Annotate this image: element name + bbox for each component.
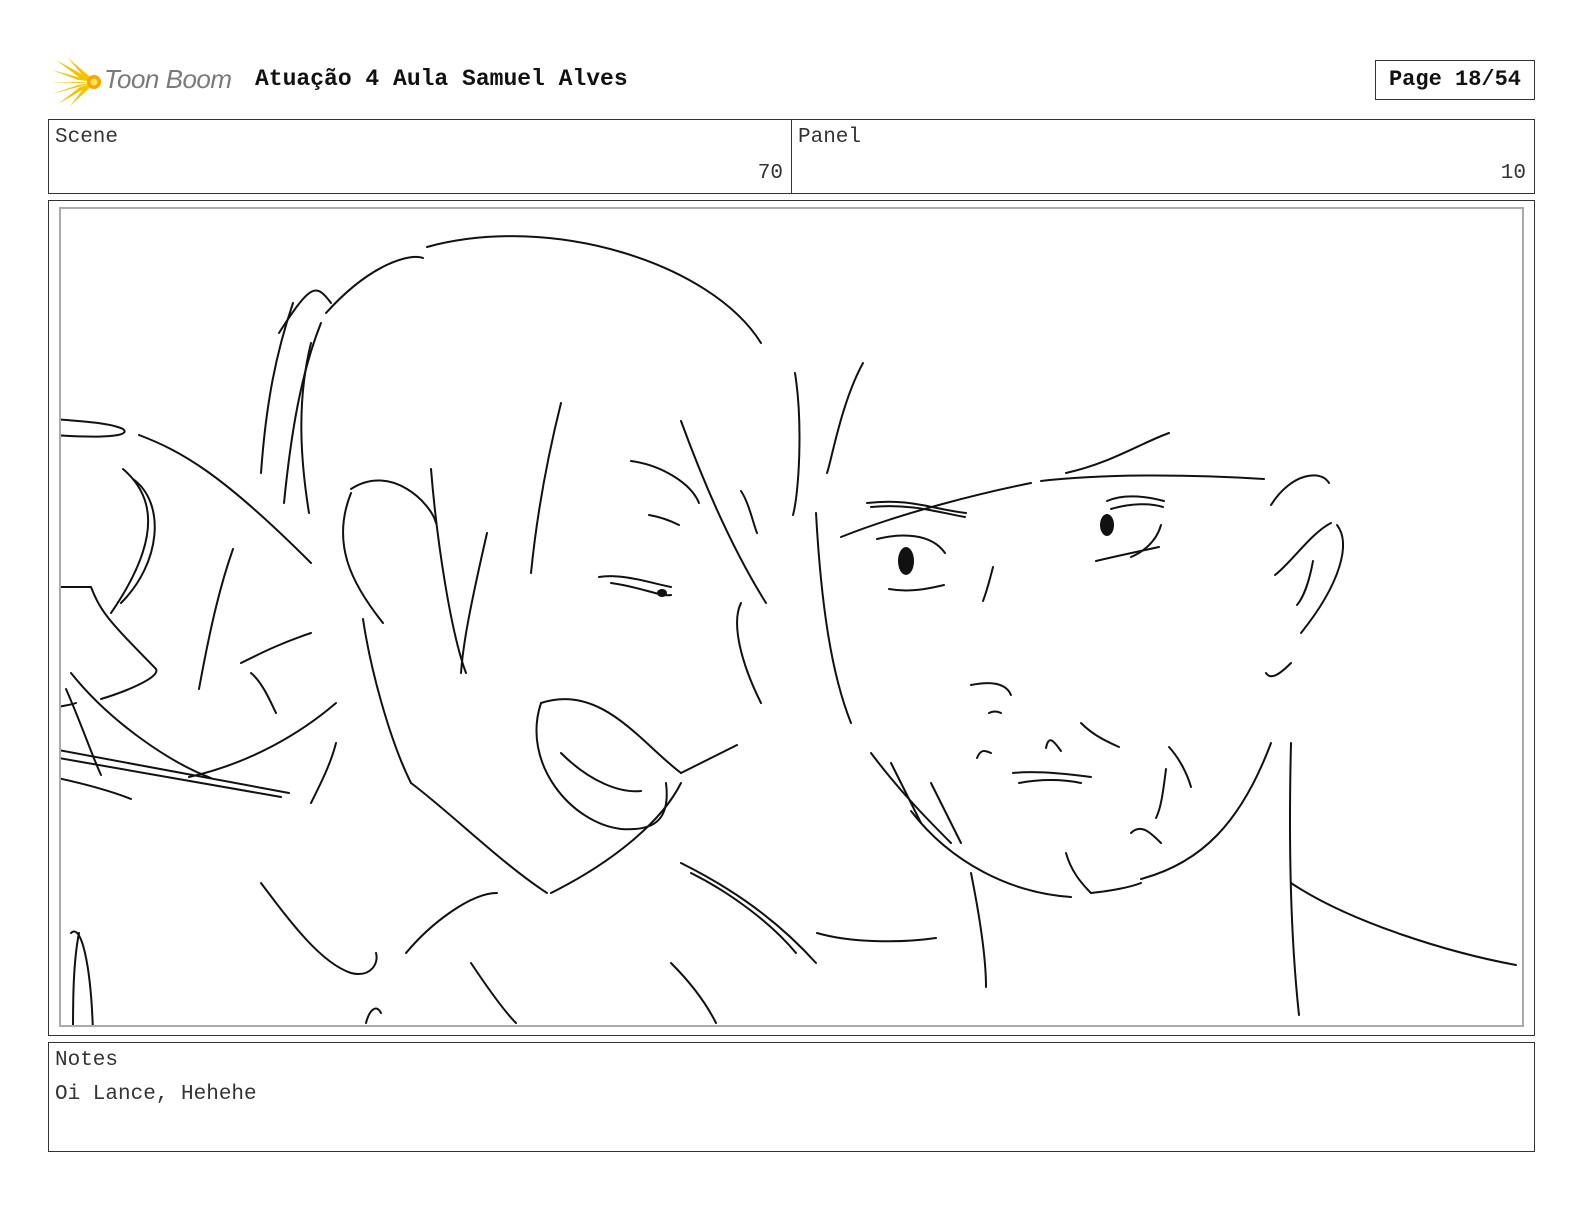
- notes-text: Oi Lance, Hehehe: [55, 1083, 257, 1106]
- page-indicator: Page 18/54: [1375, 60, 1535, 100]
- panel-cell: Panel 10: [791, 120, 1534, 193]
- scene-cell: Scene 70: [49, 120, 791, 193]
- storyboard-frame: [48, 200, 1535, 1036]
- starburst-icon: [50, 58, 101, 106]
- logo-wordmark: Toon Boom: [104, 64, 232, 94]
- document-title: Atuação 4 Aula Samuel Alves: [255, 66, 628, 92]
- toon-boom-logo: Toon Boom: [50, 56, 240, 108]
- panel-number: 10: [1500, 162, 1526, 185]
- panel-label: Panel: [798, 126, 862, 149]
- notes-label: Notes: [55, 1049, 119, 1072]
- storyboard-panel-image: [59, 207, 1524, 1027]
- scene-number: 70: [757, 162, 783, 185]
- notes-section: Notes Oi Lance, Hehehe: [48, 1042, 1535, 1152]
- scene-label: Scene: [55, 126, 119, 149]
- scene-panel-info: Scene 70 Panel 10: [48, 119, 1535, 194]
- sketch-drawing: [61, 235, 1517, 1025]
